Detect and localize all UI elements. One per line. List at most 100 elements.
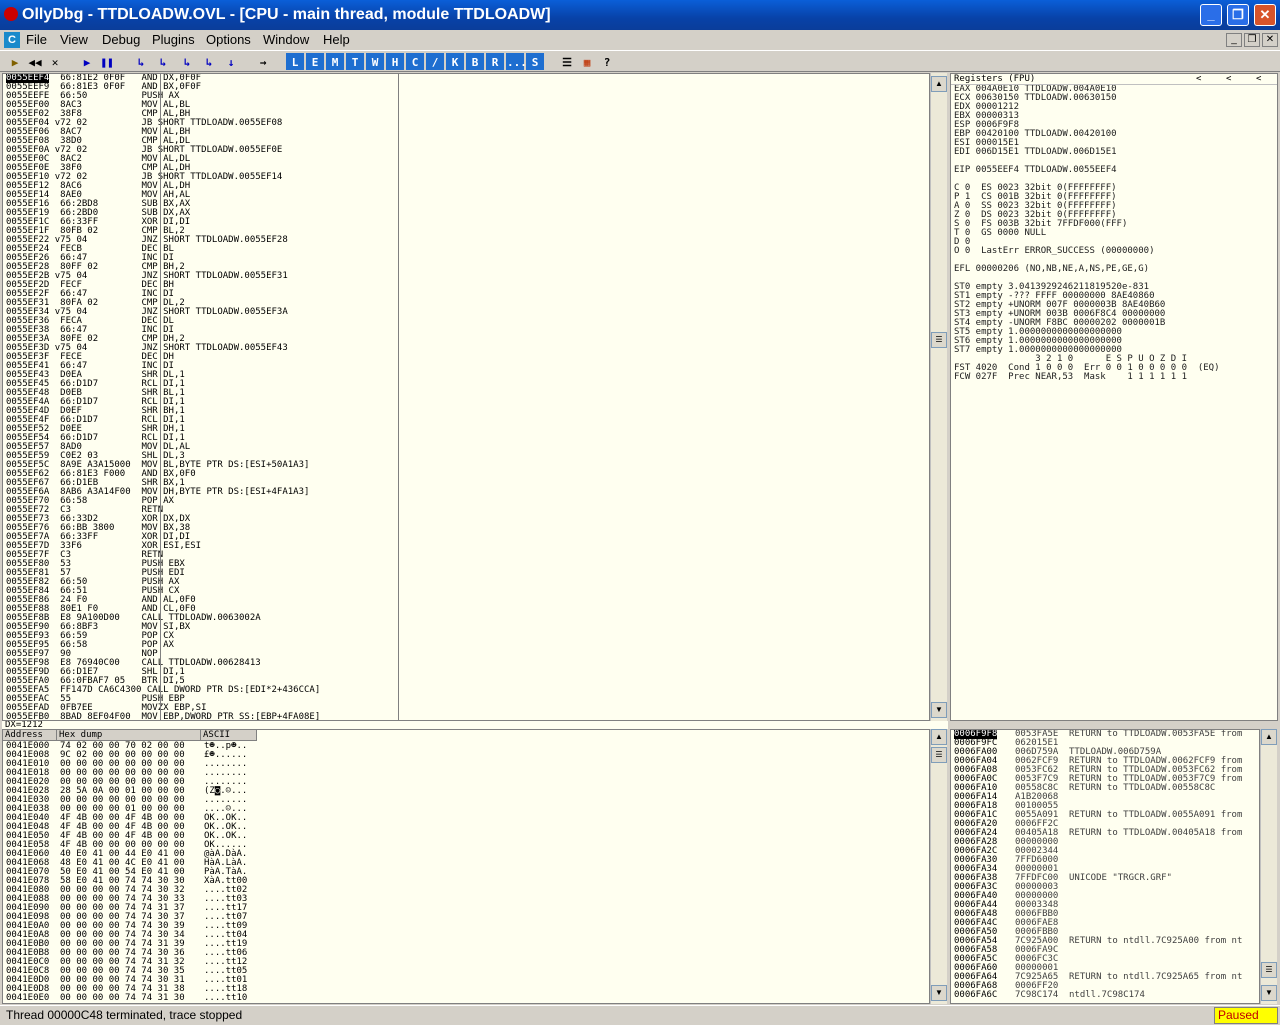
menu-bar: C File View Debug Plugins Options Window… xyxy=(0,30,1280,50)
menu-options[interactable]: Options xyxy=(206,30,251,50)
stack-listing[interactable]: 0006F9F8 0053FA5E RETURN to TTDLOADW.0053F… xyxy=(951,730,1259,1000)
dump-pane[interactable]: Address Hex dump ASCII 0041E000 74 02 00 … xyxy=(2,729,930,1004)
stack-row[interactable]: 0006FA24 00405A18 RETURN to TTDLOADW.00405… xyxy=(951,829,1259,838)
cpu-window-icon[interactable]: C xyxy=(4,32,20,48)
stack-row[interactable]: 0006FA3C 00000003 xyxy=(951,883,1259,892)
stack-comment: RETURN to TTDLOADW.00405A18 from xyxy=(1069,828,1243,838)
mdi-minimize-button[interactable]: _ xyxy=(1226,33,1242,47)
trace-into-icon[interactable]: ↳ xyxy=(178,53,196,70)
threads-button[interactable]: T xyxy=(346,53,364,70)
register-row[interactable]: EIP 0055EEF4 TTDLOADW.0055EEF4 xyxy=(954,166,1277,175)
options-icon[interactable]: ▦ xyxy=(578,53,596,70)
stack-row[interactable]: 0006FA64 7C925A65 RETURN to ntdll.7C925A65… xyxy=(951,973,1259,982)
register-row[interactable]: O 0 LastErr ERROR_SUCCESS (00000000) xyxy=(954,247,1277,256)
step-into-icon[interactable]: ↳ xyxy=(132,53,150,70)
register-list[interactable]: EAX 004A0E10 TTDLOADW.004A0E10 ECX 006301… xyxy=(951,85,1277,382)
mdi-restore-button[interactable]: ❐ xyxy=(1244,33,1260,47)
close-button[interactable]: ✕ xyxy=(1254,4,1276,26)
execute-till-return-icon[interactable]: ↓ xyxy=(222,53,240,70)
source-button[interactable]: S xyxy=(526,53,544,70)
disassembly-row[interactable]: 0055EFB0 8BAD 8EF04F00 MOV EBP,DWORD PTR… xyxy=(3,713,929,721)
stack-row[interactable]: 0006FA28 00000000 xyxy=(951,838,1259,847)
breakpoints-button[interactable]: B xyxy=(466,53,484,70)
register-row[interactable]: FCW 027F Prec NEAR,53 Mask 1 1 1 1 1 1 xyxy=(954,373,1277,382)
stack-row[interactable]: 0006FA6C 7C98C174 ntdll.7C98C174 xyxy=(951,991,1259,1000)
handles-button[interactable]: H xyxy=(386,53,404,70)
log-window-button[interactable]: L xyxy=(286,53,304,70)
open-icon[interactable]: ▶ xyxy=(6,53,24,70)
stack-row[interactable]: 0006FA4C 0006FAE8 xyxy=(951,919,1259,928)
registers-nav-arrow[interactable]: < xyxy=(1196,74,1201,85)
menu-file[interactable]: File xyxy=(26,30,47,50)
pause-icon[interactable]: ❚❚ xyxy=(98,53,116,70)
registers-nav-arrow[interactable]: < xyxy=(1226,74,1231,85)
scroll-thumb[interactable]: ☰ xyxy=(1261,962,1277,978)
menu-debug[interactable]: Debug xyxy=(102,30,140,50)
dump-ascii: ....tt10 xyxy=(204,993,248,1003)
appearance-icon[interactable]: ☰ xyxy=(558,53,576,70)
run-trace-button[interactable]: ... xyxy=(506,53,527,70)
scroll-down-button[interactable]: ▼ xyxy=(931,985,947,1001)
register-row[interactable]: EDI 006D15E1 TTDLOADW.006D15E1 xyxy=(954,148,1277,157)
patches-button[interactable]: / xyxy=(426,53,444,70)
stack-pane[interactable]: 0006F9F8 0053FA5E RETURN to TTDLOADW.0053F… xyxy=(950,729,1260,1004)
menu-plugins[interactable]: Plugins xyxy=(152,30,195,50)
help-icon[interactable]: ? xyxy=(598,53,616,70)
call-stack-button[interactable]: K xyxy=(446,53,464,70)
disassembly-scrollbar[interactable]: ▲ ☰ ▼ xyxy=(930,73,947,721)
mdi-close-button[interactable]: ✕ xyxy=(1262,33,1278,47)
stack-row[interactable]: 0006FA38 7FFDFC00 UNICODE "TRGCR.GRF" xyxy=(951,874,1259,883)
stack-row[interactable]: 0006FA1C 0055A091 RETURN to TTDLOADW.0055A… xyxy=(951,811,1259,820)
menu-window[interactable]: Window xyxy=(263,30,309,50)
run-icon[interactable]: ▶ xyxy=(78,53,96,70)
stack-row[interactable]: 0006FA10 00558C8C RETURN to TTDLOADW.00558… xyxy=(951,784,1259,793)
scroll-down-button[interactable]: ▼ xyxy=(1261,985,1277,1001)
windows-button[interactable]: W xyxy=(366,53,384,70)
stack-row[interactable]: 0006FA14 A1B20068 xyxy=(951,793,1259,802)
scroll-thumb[interactable]: ☰ xyxy=(931,747,947,763)
scroll-up-button[interactable]: ▲ xyxy=(1261,729,1277,745)
stack-row[interactable]: 0006FA30 7FFD6000 xyxy=(951,856,1259,865)
stack-row[interactable]: 0006FA40 00000000 xyxy=(951,892,1259,901)
stack-row[interactable]: 0006FA54 7C925A00 RETURN to ntdll.7C925A00… xyxy=(951,937,1259,946)
scroll-up-button[interactable]: ▲ xyxy=(931,76,947,92)
goto-icon[interactable]: → xyxy=(254,53,272,70)
stack-row[interactable]: 0006FA44 00003348 xyxy=(951,901,1259,910)
stack-row[interactable]: 0006FA58 0006FA9C xyxy=(951,946,1259,955)
stack-row[interactable]: 0006F9F8 0053FA5E RETURN to TTDLOADW.0053F… xyxy=(951,730,1259,739)
ascii-column-header[interactable]: ASCII xyxy=(201,730,257,741)
stack-scrollbar[interactable]: ▲ ☰ ▼ xyxy=(1260,729,1277,1004)
disassembly-pane[interactable]: 0055EEF4 66:81E2 0F0F AND DX,0F0F 0055EEF… xyxy=(2,73,930,721)
restore-button[interactable]: ❐ xyxy=(1227,4,1249,26)
menu-help[interactable]: Help xyxy=(323,30,350,50)
scroll-down-button[interactable]: ▼ xyxy=(931,702,947,718)
dump-row[interactable]: 0041E0E0 00 00 00 00 74 74 31 30 ....tt10 xyxy=(3,993,929,1003)
cpu-button[interactable]: C xyxy=(406,53,424,70)
restart-icon[interactable]: ◀◀ xyxy=(26,53,44,70)
menu-view[interactable]: View xyxy=(60,30,88,50)
memory-button[interactable]: M xyxy=(326,53,344,70)
register-row[interactable]: T 0 GS 0000 NULL xyxy=(954,229,1277,238)
references-button[interactable]: R xyxy=(486,53,504,70)
registers-pane[interactable]: Registers (FPU) < < < EAX 004A0E10 TTDLO… xyxy=(950,73,1278,721)
modules-button[interactable]: E xyxy=(306,53,324,70)
minimize-button[interactable]: _ xyxy=(1200,4,1222,26)
window-title: OllyDbg - TTDLOADW.OVL - [CPU - main thr… xyxy=(22,6,551,23)
hex-column-header[interactable]: Hex dump xyxy=(57,730,201,741)
address-column-header[interactable]: Address xyxy=(3,730,57,741)
stack-row[interactable]: 0006FA5C 0006FC3C xyxy=(951,955,1259,964)
close-program-icon[interactable]: ✕ xyxy=(46,53,64,70)
registers-nav-arrow[interactable]: < xyxy=(1256,74,1261,85)
info-text: DX=1212 xyxy=(5,721,43,729)
dump-scrollbar[interactable]: ▲ ☰ ▼ xyxy=(930,729,947,1004)
scroll-thumb[interactable]: ☰ xyxy=(931,332,947,348)
disassembly-listing[interactable]: 0055EEF4 66:81E2 0F0F AND DX,0F0F 0055EEF… xyxy=(3,74,929,721)
scroll-up-button[interactable]: ▲ xyxy=(931,729,947,745)
stack-row[interactable]: 0006FA48 0006FBB0 xyxy=(951,910,1259,919)
register-row[interactable]: EFL 00000206 (NO,NB,NE,A,NS,PE,GE,G) xyxy=(954,265,1277,274)
stack-value: 7C98C174 xyxy=(1015,990,1059,1000)
stack-row[interactable]: 0006FA2C 00002344 xyxy=(951,847,1259,856)
dump-listing[interactable]: 0041E000 74 02 00 00 70 02 00 00 t☻..p☻.. 0… xyxy=(3,742,929,1003)
trace-over-icon[interactable]: ↳ xyxy=(200,53,218,70)
step-over-icon[interactable]: ↳ xyxy=(154,53,172,70)
